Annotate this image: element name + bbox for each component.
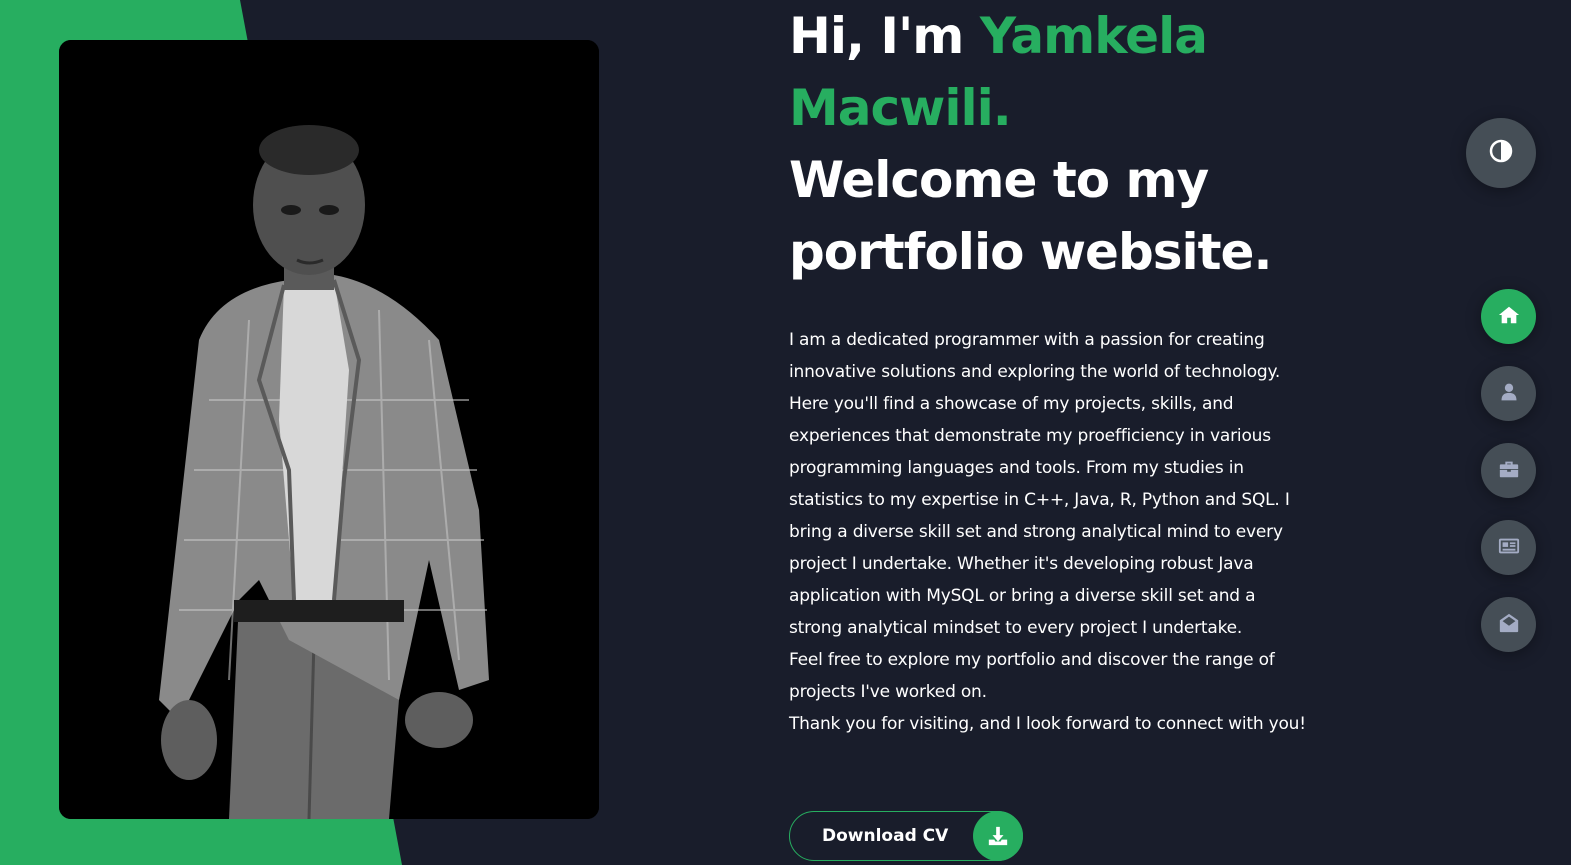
about-intro: I am a dedicated programmer with a passi…: [789, 324, 1309, 740]
nav-home-button[interactable]: [1481, 289, 1536, 344]
portrait-silhouette: [59, 40, 599, 819]
about-paragraph-1: I am a dedicated programmer with a passi…: [789, 330, 1290, 638]
download-cv-button[interactable]: Download CV: [789, 811, 1023, 861]
home-icon: [1498, 304, 1520, 330]
contrast-icon: [1489, 139, 1513, 167]
nav-blog-button[interactable]: [1481, 520, 1536, 575]
about-paragraph-3: Thank you for visiting, and I look forwa…: [789, 714, 1306, 734]
envelope-open-icon: [1498, 612, 1520, 638]
download-icon: [973, 811, 1023, 861]
nav-about-button[interactable]: [1481, 366, 1536, 421]
newspaper-icon: [1498, 535, 1520, 561]
profile-photo: [59, 40, 599, 819]
nav-contact-button[interactable]: [1481, 597, 1536, 652]
theme-toggle-button[interactable]: [1466, 118, 1536, 188]
user-icon: [1499, 382, 1519, 406]
download-cv-label: Download CV: [822, 826, 949, 846]
hero-welcome-line2: portfolio website.: [789, 223, 1272, 281]
hero-name-first: Yamkela: [979, 7, 1208, 65]
hero-heading: Hi, I'm Yamkela Macwili. Welcome to my p…: [789, 0, 1309, 288]
hero-greeting: Hi, I'm: [789, 7, 980, 65]
hero-section: Hi, I'm Yamkela Macwili. Welcome to my p…: [789, 0, 1309, 740]
hero-welcome-line1: Welcome to my: [789, 151, 1209, 209]
briefcase-icon: [1498, 458, 1520, 484]
about-paragraph-2: Feel free to explore my portfolio and di…: [789, 650, 1275, 702]
hero-name-last: Macwili.: [789, 79, 1012, 137]
side-navigation: [1481, 289, 1537, 674]
nav-portfolio-button[interactable]: [1481, 443, 1536, 498]
